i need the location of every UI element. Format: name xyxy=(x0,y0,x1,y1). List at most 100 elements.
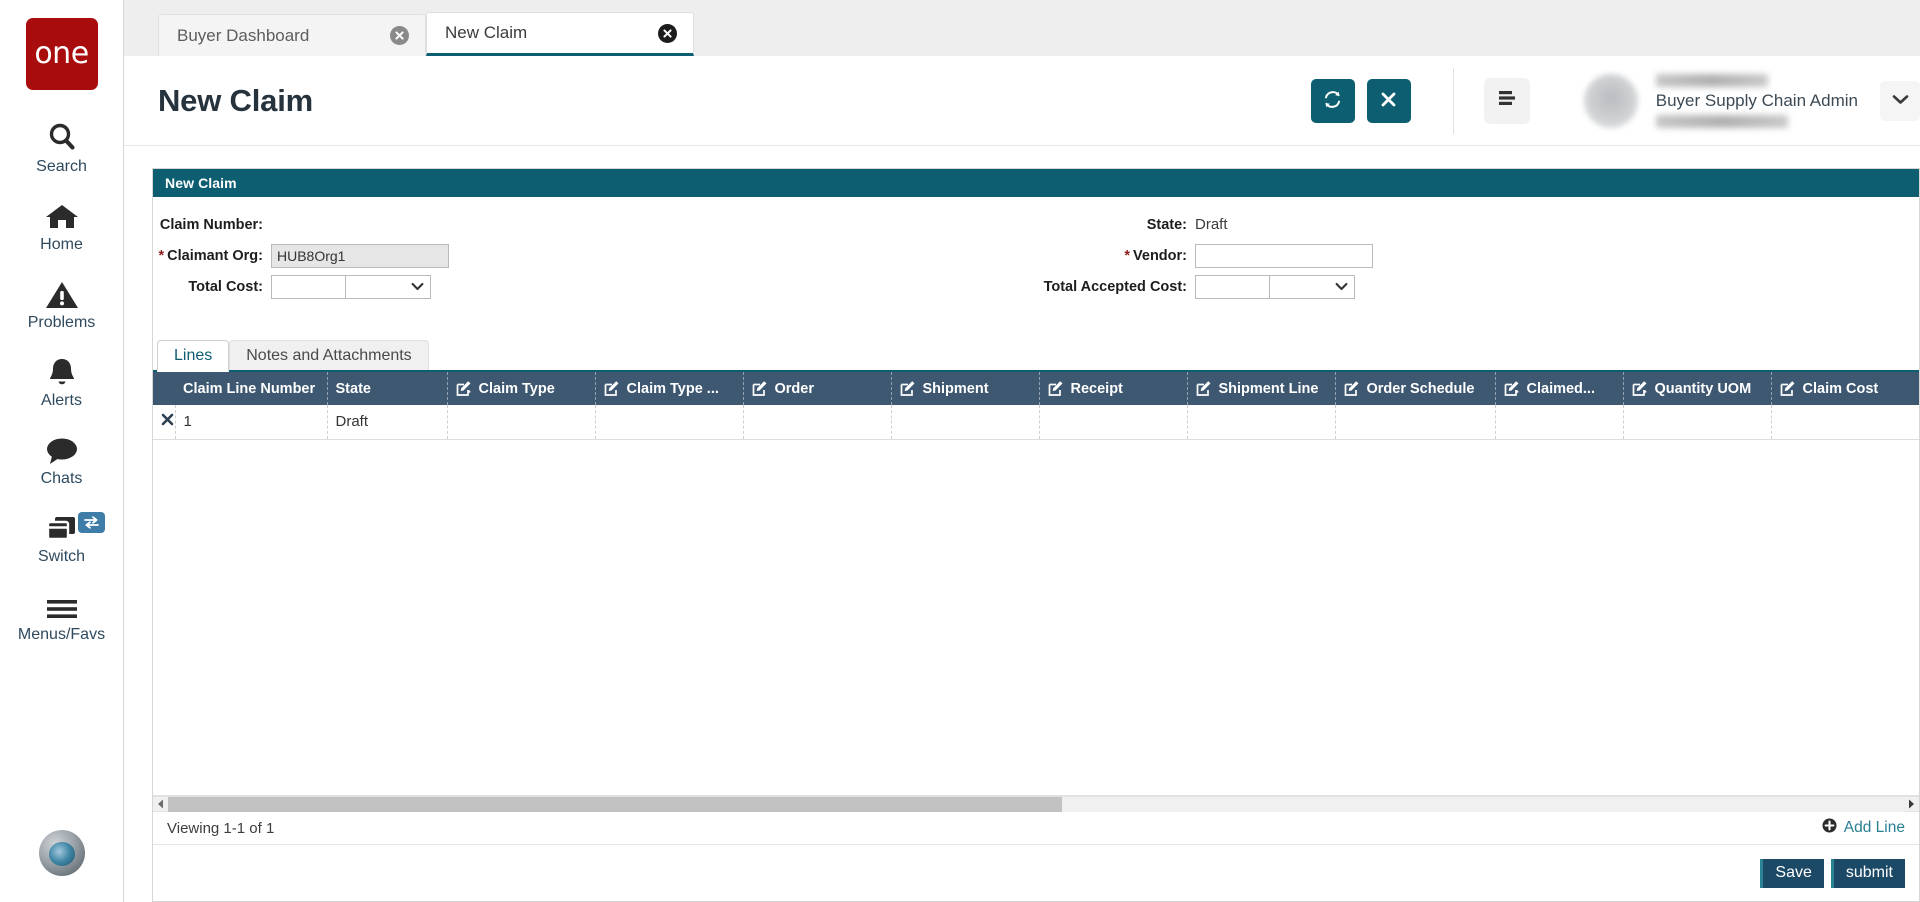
header-menu-button[interactable] xyxy=(1483,77,1530,124)
chevron-down-icon xyxy=(408,276,426,298)
row-delete-cell[interactable] xyxy=(153,405,176,440)
cell-claim-type-reason[interactable] xyxy=(595,405,744,440)
column-header-claim-type-reason[interactable]: Claim Type ... xyxy=(595,372,744,405)
vendor-input[interactable] xyxy=(1195,243,1373,268)
column-header-claim-type-reason-label: Claim Type ... xyxy=(626,380,719,397)
column-header-claimed[interactable]: * Claimed... xyxy=(1495,372,1624,405)
page-container: New Claim Buyer Supply Chain Admin New C… xyxy=(124,56,1920,902)
column-header-state[interactable]: State xyxy=(327,372,448,405)
list-menu-icon xyxy=(1496,89,1518,112)
column-header-claim-line-number-label: Claim Line Number xyxy=(183,380,316,397)
column-header-quantity-uom[interactable]: * Quantity UOM xyxy=(1623,372,1772,405)
vendor-label: * Vendor: xyxy=(995,240,1195,271)
page-title: New Claim xyxy=(158,82,313,118)
profile-dropdown-button[interactable] xyxy=(1880,80,1920,121)
user-profile[interactable]: Buyer Supply Chain Admin xyxy=(1583,71,1920,131)
column-header-shipment-line[interactable]: Shipment Line xyxy=(1187,372,1336,405)
svg-text:*: * xyxy=(1643,389,1647,397)
tab-lines[interactable]: Lines xyxy=(157,340,230,372)
total-accepted-cost-label: Total Accepted Cost: xyxy=(1043,278,1187,295)
cell-claimed[interactable] xyxy=(1495,405,1624,440)
column-header-claim-line-number[interactable]: Claim Line Number xyxy=(175,372,328,405)
cell-receipt[interactable] xyxy=(1039,405,1188,440)
column-header-claim-cost-label: Claim Cost xyxy=(1802,380,1879,397)
cell-shipment-line[interactable] xyxy=(1187,405,1336,440)
claimant-org-label: * Claimant Org: xyxy=(153,240,271,271)
edit-pencil-icon xyxy=(1344,380,1361,397)
rail-avatar-icon[interactable] xyxy=(38,830,85,876)
arrow-right-icon[interactable] xyxy=(1904,797,1919,812)
add-line-button[interactable]: Add Line xyxy=(1822,818,1905,838)
cell-claim-type[interactable] xyxy=(447,405,596,440)
close-x-icon xyxy=(1380,91,1397,111)
cell-order-schedule[interactable] xyxy=(1335,405,1496,440)
scrollbar-track[interactable] xyxy=(168,796,1904,812)
cell-shipment[interactable] xyxy=(891,405,1040,440)
edit-pencil-icon xyxy=(1196,380,1213,397)
cell-claim-line-number[interactable]: 1 xyxy=(175,405,328,440)
lines-header-row: Claim Line Number State * Claim Type Cla… xyxy=(153,372,1919,405)
plus-circle-icon xyxy=(1822,818,1837,838)
edit-pencil-icon xyxy=(900,380,917,397)
tab-notes-and-attachments[interactable]: Notes and Attachments xyxy=(229,340,429,370)
page-content: New Claim Claim Number: State: Draft * C… xyxy=(124,146,1920,902)
swap-arrows-icon[interactable] xyxy=(78,512,105,533)
rail-item-problems-label: Problems xyxy=(27,314,96,331)
scrollbar-thumb[interactable] xyxy=(168,796,1063,812)
column-header-order[interactable]: Order xyxy=(743,372,892,405)
column-header-claim-type[interactable]: * Claim Type xyxy=(447,372,596,405)
column-header-shipment[interactable]: Shipment xyxy=(891,372,1040,405)
rail-item-alerts[interactable]: Alerts xyxy=(0,354,123,410)
rail-item-menus-favs[interactable]: Menus/Favs xyxy=(0,588,123,644)
cell-claim-cost[interactable] xyxy=(1771,405,1919,440)
submit-button[interactable]: submit xyxy=(1830,858,1905,888)
cell-order[interactable] xyxy=(743,405,892,440)
profile-text-block: Buyer Supply Chain Admin xyxy=(1655,71,1858,131)
profile-name-redacted xyxy=(1655,73,1768,87)
rail-item-problems[interactable]: Problems xyxy=(0,276,123,332)
rail-item-chats[interactable]: Chats xyxy=(0,432,123,488)
table-row[interactable]: 1 Draft xyxy=(153,405,1919,440)
close-circle-icon[interactable] xyxy=(658,23,677,43)
rail-item-search[interactable]: Search xyxy=(0,120,123,176)
rail-item-home[interactable]: Home xyxy=(0,198,123,254)
form-gap-2 xyxy=(1495,209,1919,240)
total-cost-currency-select[interactable] xyxy=(345,274,431,299)
column-header-shipment-label: Shipment xyxy=(922,380,989,397)
total-cost-group xyxy=(271,274,431,299)
header-divider xyxy=(1452,67,1454,134)
close-page-button[interactable] xyxy=(1366,78,1411,123)
column-header-receipt[interactable]: Receipt xyxy=(1039,372,1188,405)
tab-buyer-dashboard[interactable]: Buyer Dashboard xyxy=(158,14,426,56)
card-title-bar: New Claim xyxy=(153,169,1919,197)
edit-pencil-required-icon: * xyxy=(456,380,473,398)
rail-item-switch[interactable]: Switch xyxy=(0,510,123,566)
grid-horizontal-scrollbar[interactable] xyxy=(153,796,1919,812)
one-network-logo[interactable]: one xyxy=(25,18,98,90)
arrow-left-icon[interactable] xyxy=(153,797,168,812)
claimant-org-input[interactable] xyxy=(271,243,449,268)
cell-state[interactable]: Draft xyxy=(327,405,448,440)
column-header-quantity-uom-label: Quantity UOM xyxy=(1654,380,1752,397)
claim-form: Claim Number: State: Draft * Claimant Or… xyxy=(153,197,1919,302)
tab-new-claim[interactable]: New Claim xyxy=(426,12,694,56)
rail-item-switch-label: Switch xyxy=(37,548,86,565)
total-cost-label: Total Cost: xyxy=(188,278,263,295)
chevron-down-icon xyxy=(1892,92,1909,110)
cell-quantity-uom[interactable] xyxy=(1623,405,1772,440)
total-cost-input[interactable] xyxy=(271,274,345,299)
total-accepted-cost-input[interactable] xyxy=(1195,274,1269,299)
line-tab-bar: Lines Notes and Attachments xyxy=(153,340,1919,372)
refresh-button[interactable] xyxy=(1310,78,1355,123)
total-accepted-cost-currency-select[interactable] xyxy=(1269,274,1355,299)
delete-x-icon[interactable] xyxy=(161,413,174,426)
vendor-field-wrap xyxy=(1195,240,1495,271)
column-header-order-label: Order xyxy=(774,380,815,397)
browser-tab-strip: Buyer Dashboard New Claim xyxy=(124,0,1920,56)
save-button[interactable]: Save xyxy=(1760,858,1824,888)
column-header-claim-cost[interactable]: Claim Cost xyxy=(1771,372,1919,405)
close-circle-icon[interactable] xyxy=(390,26,409,45)
column-header-order-schedule[interactable]: Order Schedule xyxy=(1335,372,1496,405)
svg-text:*: * xyxy=(467,389,471,397)
rail-item-search-label: Search xyxy=(36,158,87,175)
